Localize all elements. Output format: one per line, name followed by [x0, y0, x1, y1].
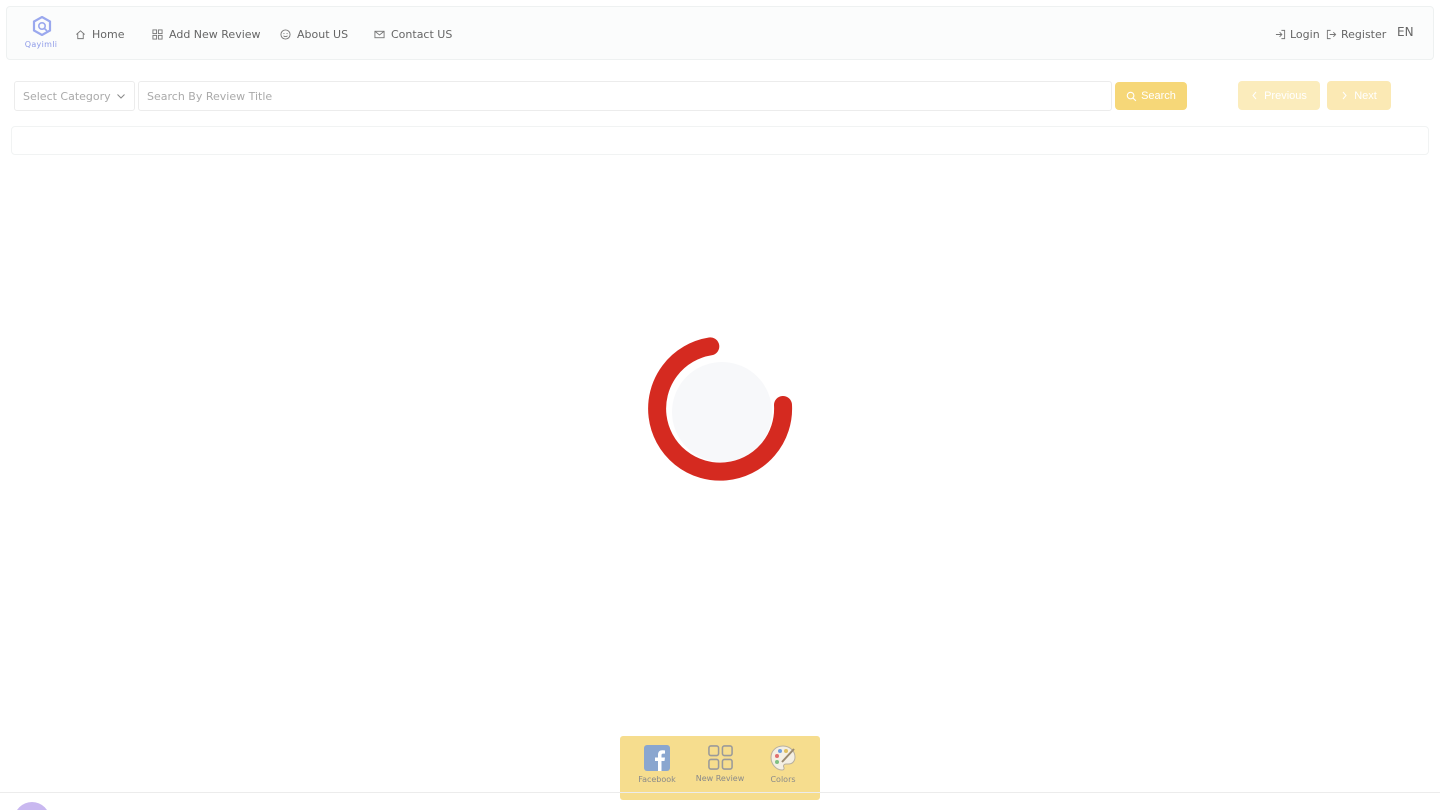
results-container: [11, 126, 1429, 155]
bottom-dock: Facebook New Review Colors: [620, 736, 820, 800]
dock-colors-label: Colors: [770, 775, 796, 784]
category-select-label: Select Category: [23, 89, 111, 103]
nav-contact-label: Contact US: [391, 27, 453, 41]
previous-button-label: Previous: [1264, 89, 1307, 102]
home-icon: [76, 29, 85, 39]
footer-divider: [0, 792, 1440, 793]
category-select[interactable]: Select Category: [14, 81, 135, 111]
register-label: Register: [1341, 27, 1387, 41]
nav-contact[interactable]: Contact US: [374, 25, 452, 43]
dock-facebook[interactable]: Facebook: [627, 744, 687, 784]
search-icon: [1126, 91, 1137, 101]
loading-spinner: [648, 337, 793, 481]
login-label: Login: [1290, 27, 1320, 41]
nav-add-review[interactable]: Add New Review: [152, 25, 261, 43]
chevron-down-icon: [117, 94, 125, 99]
dock-colors[interactable]: Colors: [753, 744, 813, 784]
chevron-right-icon: [1342, 91, 1347, 100]
nav-about[interactable]: About US: [280, 25, 348, 43]
search-input[interactable]: [138, 81, 1112, 111]
grid-icon: [152, 28, 163, 40]
mail-icon: [374, 30, 385, 38]
smile-icon: [280, 28, 291, 40]
search-button-label: Search: [1141, 90, 1176, 102]
register-link[interactable]: Register: [1326, 25, 1386, 43]
register-icon: [1326, 29, 1337, 39]
dock-new-review[interactable]: New Review: [690, 744, 750, 783]
nav-home-label: Home: [92, 27, 125, 41]
nav-about-label: About US: [297, 27, 349, 41]
dock-new-review-label: New Review: [695, 774, 745, 783]
next-button-label: Next: [1354, 89, 1377, 102]
grid-icon: [707, 745, 733, 770]
dock-facebook-label: Facebook: [638, 775, 676, 784]
next-button[interactable]: Next: [1327, 81, 1391, 110]
top-navbar: Qayimli Home Add New Review About US Con…: [6, 6, 1434, 60]
nav-add-review-label: Add New Review: [169, 27, 261, 41]
logo-text: Qayimli: [24, 40, 58, 49]
nav-home[interactable]: Home: [75, 25, 124, 43]
chevron-left-icon: [1252, 91, 1257, 100]
search-button[interactable]: Search: [1115, 82, 1187, 110]
brand-logo[interactable]: Qayimli: [21, 15, 61, 55]
footer-logo: [14, 802, 50, 810]
login-link[interactable]: Login: [1275, 25, 1320, 43]
palette-icon: [770, 745, 796, 771]
login-icon: [1275, 29, 1286, 39]
language-switcher[interactable]: EN: [1397, 25, 1414, 39]
previous-button[interactable]: Previous: [1238, 81, 1320, 110]
facebook-icon: [644, 745, 670, 771]
logo-icon: [32, 16, 52, 36]
